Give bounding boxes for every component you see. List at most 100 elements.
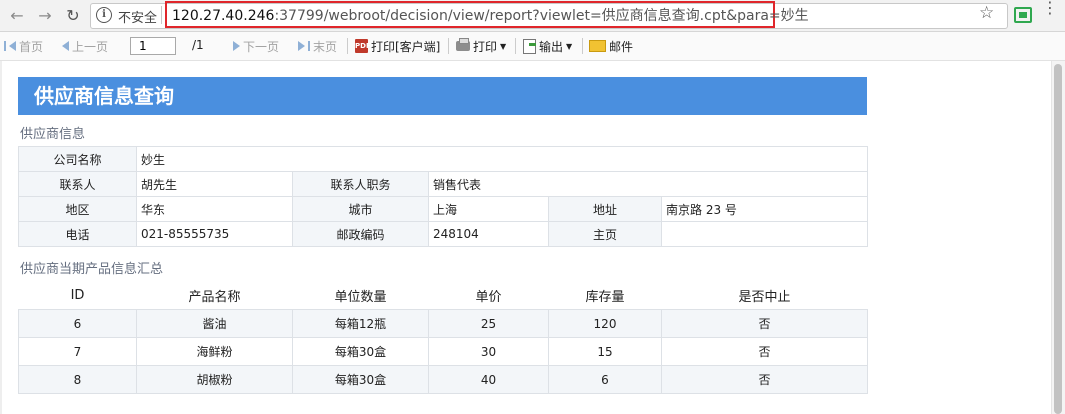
region-label: 地区: [18, 196, 137, 222]
forward-arrow-icon[interactable]: →: [34, 4, 56, 26]
report-left-edge: [0, 61, 2, 414]
contact-label: 联系人: [18, 171, 137, 197]
print-button[interactable]: 打印 ▼: [456, 38, 506, 54]
postcode-label: 邮政编码: [292, 221, 429, 247]
export-label: 输出: [539, 39, 564, 54]
table-row: 电话 021-85555735 邮政编码 248104 主页: [18, 221, 869, 247]
column-header: 单位数量: [292, 281, 429, 310]
first-page-label: 首页: [19, 39, 44, 54]
table-row: 7 海鲜粉 每箱30盒 30 15 否: [18, 337, 868, 366]
table-cell: 胡椒粉: [136, 365, 293, 394]
print-client-button[interactable]: PDF 打印[客户端]: [355, 38, 440, 54]
table-row: 地区 华东 城市 上海 地址 南京路 23 号: [18, 196, 869, 222]
bookmark-star-icon[interactable]: ☆: [979, 3, 994, 23]
last-page-label: 末页: [313, 39, 338, 54]
prev-page-button[interactable]: 上一页: [62, 38, 108, 54]
security-label[interactable]: 不安全: [118, 7, 157, 26]
last-page-icon: [308, 41, 310, 51]
phone-label: 电话: [18, 221, 137, 247]
report-title: 供应商信息查询: [18, 77, 867, 115]
products-table: ID 产品名称 单位数量 单价 库存量 是否中止 6 酱油 每箱12瓶 25 1…: [18, 281, 868, 394]
table-cell: 8: [18, 365, 137, 394]
page-total: /1: [192, 38, 204, 52]
city-label: 城市: [292, 196, 429, 222]
url-path: :37799/webroot/decision/view/report?view…: [274, 8, 809, 24]
mail-label: 邮件: [609, 39, 634, 54]
contact-title-label: 联系人职务: [292, 171, 429, 197]
phone-value: 021-85555735: [136, 221, 293, 247]
toolbar-divider: [515, 38, 516, 54]
contact-title-value: 销售代表: [427, 171, 869, 197]
table-cell: 6: [548, 365, 662, 394]
column-header: 单价: [428, 281, 549, 310]
reload-icon[interactable]: ↻: [62, 4, 84, 26]
printer-icon: [456, 38, 470, 51]
table-cell: 120: [548, 309, 662, 338]
table-cell: 6: [18, 309, 137, 338]
toolbar-divider: [582, 38, 583, 54]
homepage-label: 主页: [548, 221, 662, 247]
url-host: 120.27.40.246: [172, 8, 275, 24]
table-row: 公司名称 妙生: [18, 146, 869, 172]
table-cell: 15: [548, 337, 662, 366]
table-header-row: ID 产品名称 单位数量 单价 库存量 是否中止: [18, 281, 868, 310]
toolbar-divider: [448, 38, 449, 54]
table-cell: 否: [661, 365, 868, 394]
page-number-input[interactable]: [130, 37, 176, 55]
contact-value: 胡先生: [136, 171, 293, 197]
column-header: 产品名称: [136, 281, 293, 310]
table-cell: 否: [661, 309, 868, 338]
browser-address-bar: ← → ↻ i 不安全 120.27.40.246:37799/webroot/…: [0, 0, 1065, 32]
scrollbar-thumb[interactable]: [1054, 64, 1062, 414]
extension-icon[interactable]: [1014, 7, 1032, 23]
last-page-arrow-icon: [298, 41, 305, 51]
city-value: 上海: [428, 196, 549, 222]
url-divider: [161, 6, 162, 24]
prev-page-icon: [62, 41, 69, 51]
print-client-label: 打印[客户端]: [371, 39, 441, 54]
prev-page-label: 上一页: [72, 39, 109, 54]
postcode-value: 248104: [428, 221, 549, 247]
chevron-down-icon: ▼: [566, 41, 573, 51]
table-cell: 每箱30盒: [292, 365, 429, 394]
table-cell: 30: [428, 337, 549, 366]
export-icon: [523, 38, 536, 54]
first-page-button[interactable]: 首页: [4, 38, 43, 54]
supplier-section-title: 供应商信息: [20, 127, 86, 142]
supplier-info-table: 公司名称 妙生 联系人 胡先生 联系人职务 销售代表 地区 华东 城市 上海 地…: [18, 146, 869, 247]
mail-button[interactable]: 邮件: [589, 38, 633, 54]
address-value: 南京路 23 号: [660, 196, 869, 222]
mail-icon: [589, 40, 606, 52]
url-text[interactable]: 120.27.40.246:37799/webroot/decision/vie…: [172, 5, 809, 25]
chevron-down-icon: ▼: [500, 41, 507, 51]
table-cell: 海鲜粉: [136, 337, 293, 366]
table-row: 8 胡椒粉 每箱30盒 40 6 否: [18, 365, 868, 394]
table-row: 联系人 胡先生 联系人职务 销售代表: [18, 171, 869, 197]
column-header: ID: [18, 281, 137, 310]
table-cell: 每箱30盒: [292, 337, 429, 366]
next-page-label: 下一页: [243, 39, 280, 54]
table-cell: 25: [428, 309, 549, 338]
back-arrow-icon[interactable]: ←: [6, 4, 28, 26]
first-page-arrow-icon: [9, 41, 16, 51]
region-value: 华东: [136, 196, 293, 222]
table-row: 6 酱油 每箱12瓶 25 120 否: [18, 309, 868, 338]
company-value: 妙生: [135, 146, 869, 172]
info-icon[interactable]: i: [96, 7, 112, 23]
company-label: 公司名称: [18, 146, 137, 172]
column-header: 是否中止: [661, 281, 868, 310]
table-cell: 每箱12瓶: [292, 309, 429, 338]
last-page-button[interactable]: 末页: [298, 38, 337, 54]
address-label: 地址: [548, 196, 662, 222]
next-page-icon: [233, 41, 240, 51]
pdf-print-icon: PDF: [355, 39, 371, 53]
table-cell: 40: [428, 365, 549, 394]
table-cell: 7: [18, 337, 137, 366]
export-button[interactable]: 输出 ▼: [523, 38, 572, 54]
table-cell: 酱油: [136, 309, 293, 338]
first-page-icon: [4, 41, 6, 51]
more-menu-icon[interactable]: ⋮: [1042, 0, 1058, 16]
next-page-button[interactable]: 下一页: [233, 38, 279, 54]
products-section-title: 供应商当期产品信息汇总: [20, 262, 164, 277]
toolbar-divider: [347, 38, 348, 54]
